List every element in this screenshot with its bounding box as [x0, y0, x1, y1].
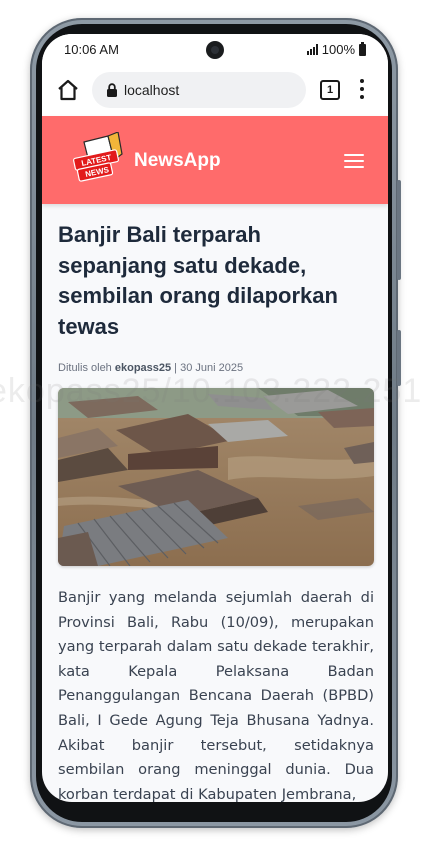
status-indicators: 100% — [306, 41, 366, 57]
address-bar[interactable]: localhost — [92, 72, 306, 108]
volume-button — [397, 180, 401, 280]
article-hero-image — [58, 388, 374, 566]
brand-name[interactable]: NewsApp — [134, 150, 221, 172]
power-button — [397, 330, 401, 386]
browser-toolbar: localhost 1 — [42, 64, 388, 116]
article-body: Banjir yang melanda sejumlah daerah di P… — [58, 589, 374, 802]
url-text: localhost — [124, 82, 180, 98]
home-icon[interactable] — [56, 78, 80, 102]
news-logo-icon[interactable]: LATEST NEWS — [70, 132, 126, 186]
article-author: ekopass25 — [114, 362, 172, 374]
more-vert-icon[interactable] — [360, 79, 364, 99]
meta-prefix: Ditulis oleh — [58, 362, 115, 374]
signal-icon — [306, 44, 318, 55]
lock-icon — [107, 83, 117, 97]
screen: 10:06 AM 100% localhost 1 LATEST NEWS Ne… — [42, 34, 388, 802]
battery-percent: 100% — [321, 42, 355, 57]
article-meta: Ditulis oleh ekopass25 | 30 Juni 2025 — [58, 362, 374, 374]
front-camera — [206, 41, 224, 59]
article: Banjir Bali terparah sepanjang satu deka… — [58, 220, 374, 802]
tabs-icon[interactable]: 1 — [320, 80, 340, 100]
article-title: Banjir Bali terparah sepanjang satu deka… — [58, 222, 338, 339]
status-time: 10:06 AM — [64, 42, 119, 57]
hamburger-menu-icon[interactable] — [344, 154, 364, 168]
meta-separator: | — [171, 362, 181, 374]
status-bar: 10:06 AM 100% — [42, 34, 388, 64]
flood-photo — [58, 388, 374, 566]
app-header: LATEST NEWS NewsApp — [42, 116, 388, 204]
article-date: 30 Juni 2025 — [180, 362, 244, 374]
battery-icon — [359, 41, 366, 56]
